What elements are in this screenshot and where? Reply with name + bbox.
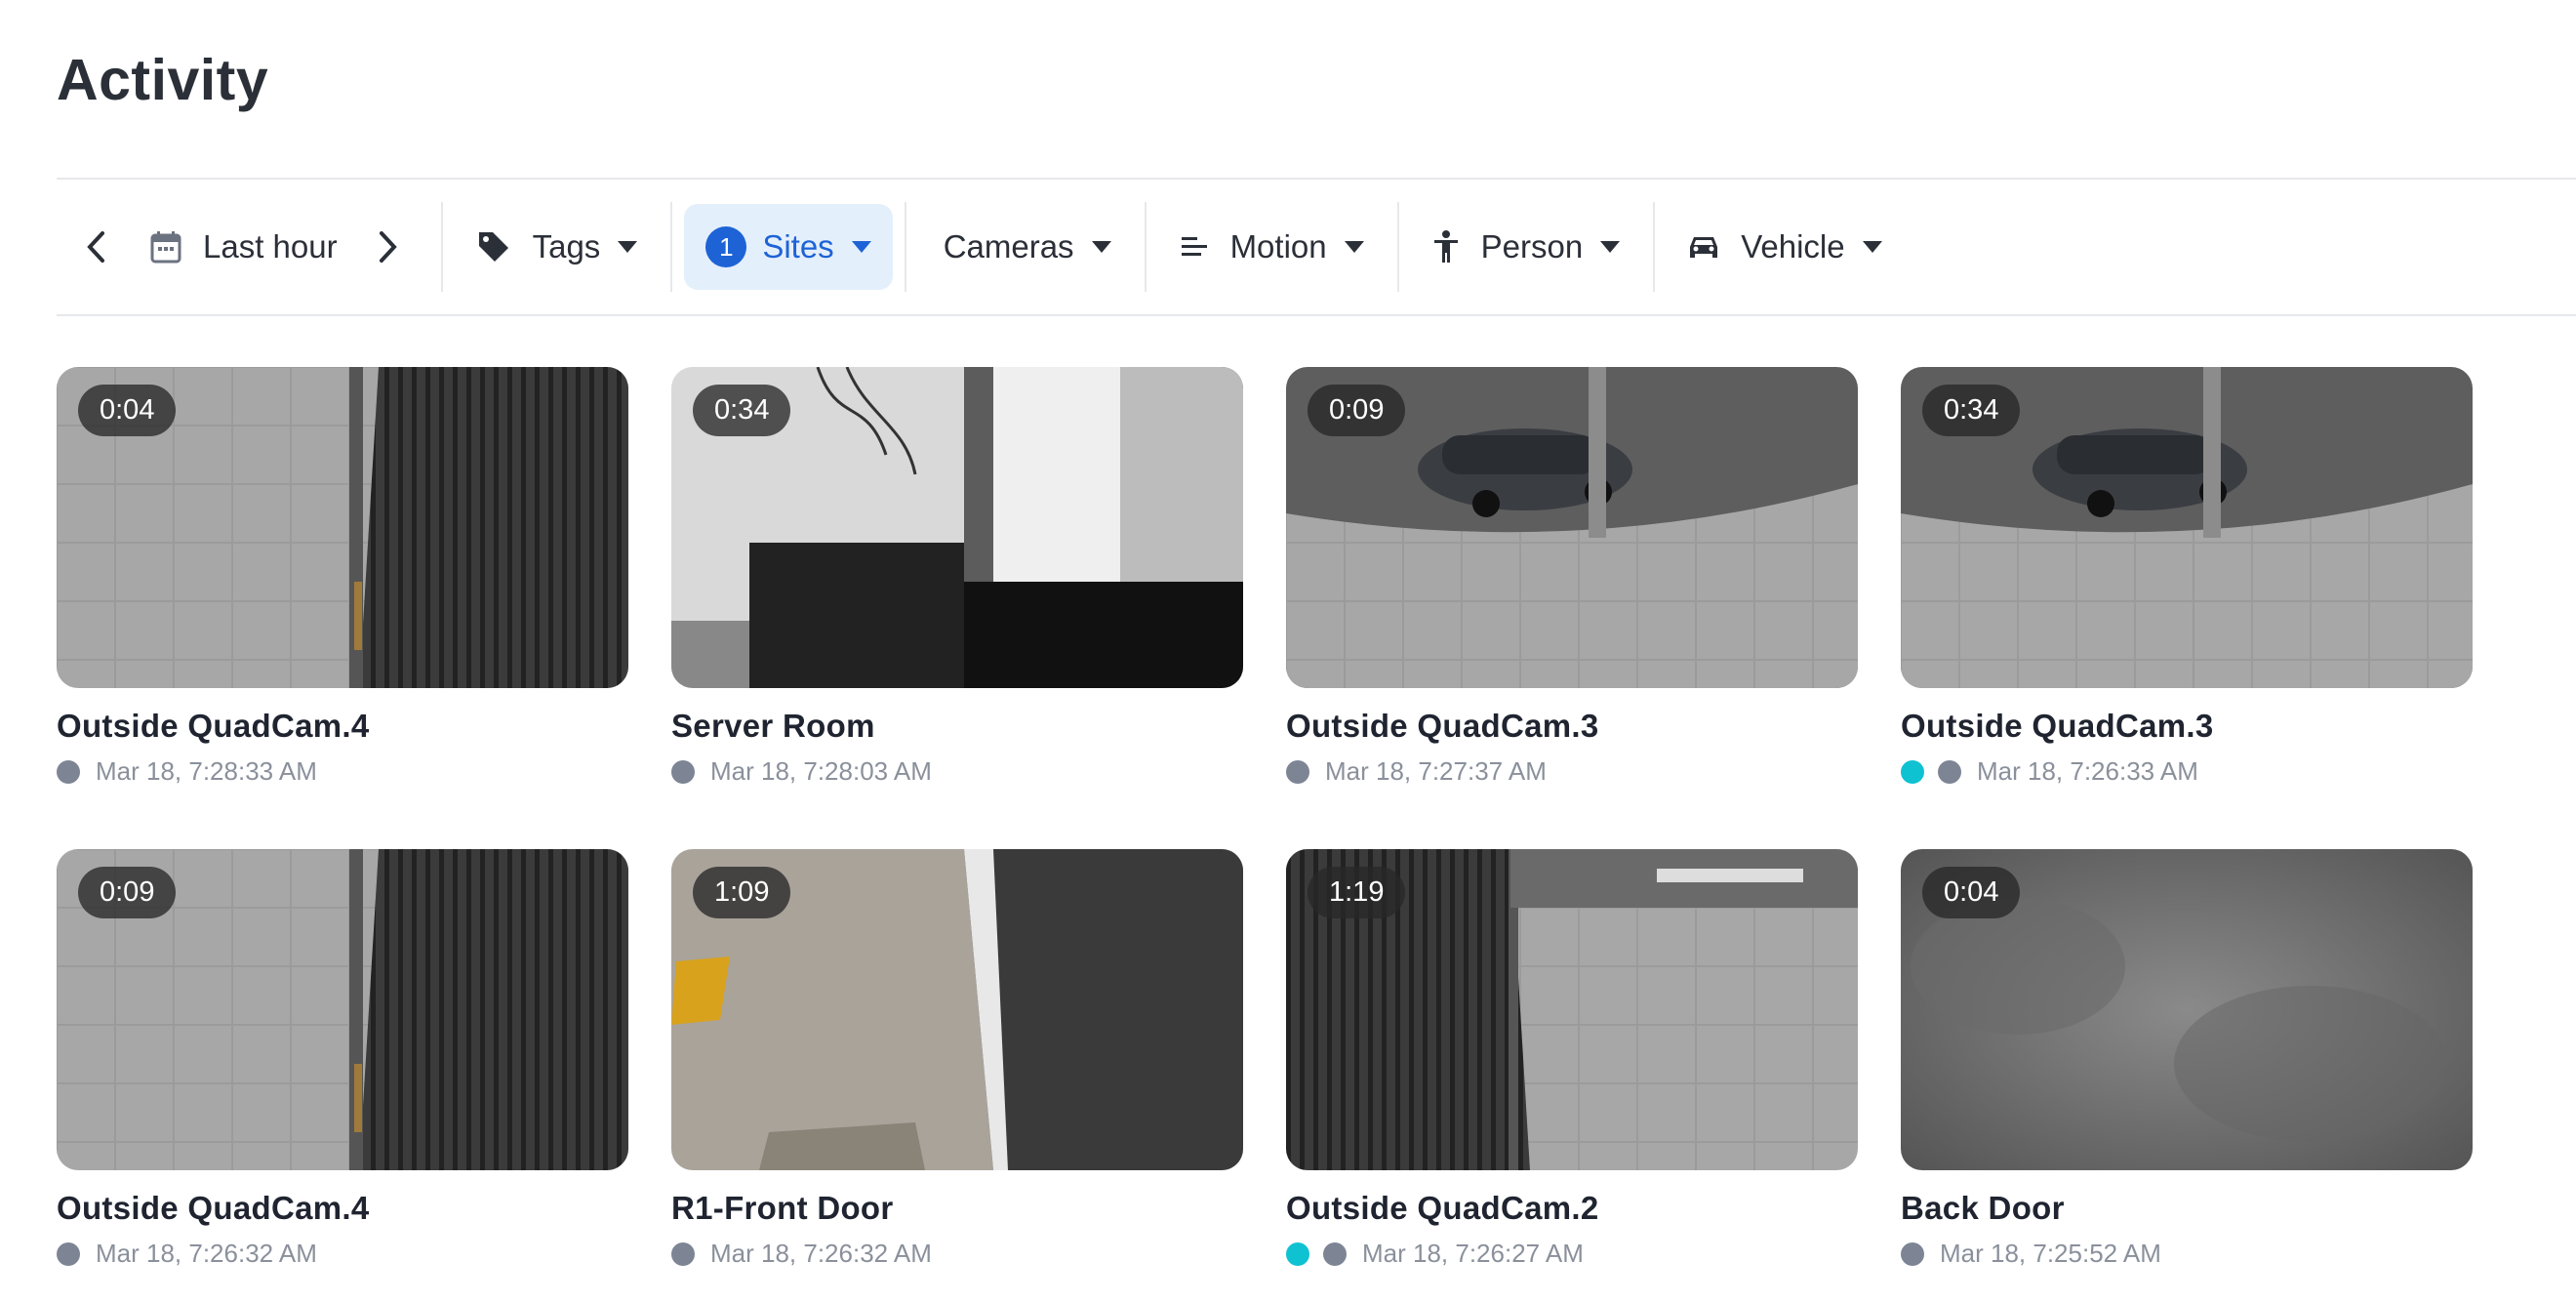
top-divider: [57, 178, 2576, 180]
clip-meta: Mar 18, 7:27:37 AM: [1286, 756, 1858, 787]
status-dot: [1323, 1241, 1347, 1266]
clip-timestamp: Mar 18, 7:28:03 AM: [710, 756, 932, 786]
camera-name: R1-Front Door: [671, 1190, 894, 1226]
clip-meta: Mar 18, 7:26:32 AM: [57, 1239, 628, 1269]
clip-meta: Mar 18, 7:28:33 AM: [57, 756, 628, 787]
caret-down-icon: [1862, 241, 1882, 253]
calendar-icon: [150, 231, 181, 264]
sites-filter-button[interactable]: 1 Sites: [684, 204, 893, 290]
status-dot: [671, 1241, 695, 1266]
person-detected-dot: [1901, 759, 1924, 784]
camera-name: Server Room: [671, 708, 875, 744]
camera-name: Outside QuadCam.2: [1286, 1190, 1599, 1226]
clip-thumbnail[interactable]: 0:04: [57, 367, 628, 688]
toolbar-separator: [670, 202, 673, 292]
clip-card[interactable]: 0:09 Outside QuadCam.4 Mar 18, 7:26:32 A…: [57, 849, 628, 1269]
cameras-filter-label: Cameras: [943, 228, 1074, 264]
clip-thumbnail[interactable]: 0:09: [1286, 367, 1858, 688]
motion-lines-icon: [1181, 237, 1207, 256]
duration-badge: 0:34: [693, 385, 791, 436]
cameras-filter-button[interactable]: Cameras: [906, 204, 1145, 290]
clip-card[interactable]: 1:09 R1-Front Door Mar 18, 7:26:32 AM: [671, 849, 1243, 1269]
camera-name: Outside QuadCam.4: [57, 708, 370, 744]
page-title: Activity: [57, 48, 269, 112]
caret-down-icon: [851, 241, 871, 253]
clip-timestamp: Mar 18, 7:26:32 AM: [710, 1239, 932, 1268]
clip-meta: Mar 18, 7:26:32 AM: [671, 1239, 1243, 1269]
tags-filter-button[interactable]: Tags: [443, 204, 671, 290]
car-icon: [1690, 237, 1718, 258]
vehicle-filter-label: Vehicle: [1741, 228, 1845, 264]
clip-timestamp: Mar 18, 7:26:33 AM: [1977, 756, 2198, 786]
caret-down-icon: [1091, 241, 1111, 253]
tag-icon: [478, 232, 508, 262]
prev-range-button[interactable]: [82, 218, 111, 276]
sites-count-badge: 1: [705, 226, 747, 267]
camera-name: Outside QuadCam.3: [1286, 708, 1599, 744]
filter-toolbar: Last hour Tags 1 Sites Cameras Motion Pe…: [57, 202, 2576, 292]
clip-timestamp: Mar 18, 7:25:52 AM: [1940, 1239, 2161, 1268]
clip-meta: Mar 18, 7:25:52 AM: [1901, 1239, 2473, 1269]
clip-thumbnail[interactable]: 0:09: [57, 849, 628, 1170]
clip-thumbnail[interactable]: 0:34: [1901, 367, 2473, 688]
motion-filter-label: Motion: [1229, 228, 1327, 264]
clip-card[interactable]: 0:04 Back Door Mar 18, 7:25:52 AM: [1901, 849, 2473, 1269]
clip-timestamp: Mar 18, 7:28:33 AM: [96, 756, 317, 786]
sites-filter-label: Sites: [762, 228, 834, 264]
caret-down-icon: [618, 241, 638, 253]
clip-timestamp: Mar 18, 7:26:32 AM: [96, 1239, 317, 1268]
chevron-left-icon: [87, 231, 104, 263]
clip-timestamp: Mar 18, 7:27:37 AM: [1325, 756, 1547, 786]
status-dot: [57, 1241, 80, 1266]
clip-card[interactable]: 0:04 Outside QuadCam.4 Mar 18, 7:28:33 A…: [57, 367, 628, 787]
caret-down-icon: [1600, 241, 1621, 253]
clip-thumbnail[interactable]: 1:19: [1286, 849, 1858, 1170]
clip-meta: Mar 18, 7:26:27 AM: [1286, 1239, 1858, 1269]
clip-timestamp: Mar 18, 7:26:27 AM: [1362, 1239, 1584, 1268]
status-dot: [1938, 759, 1961, 784]
clip-card[interactable]: 0:34 Server Room Mar 18, 7:28:03 AM: [671, 367, 1243, 787]
status-dot: [57, 759, 80, 784]
clip-card[interactable]: 1:19 Outside QuadCam.2 Mar 18, 7:26:27 A…: [1286, 849, 1858, 1269]
toolbar-divider: [57, 314, 2576, 316]
duration-badge: 0:34: [1922, 385, 2021, 436]
duration-badge: 0:04: [78, 385, 177, 436]
person-filter-label: Person: [1480, 228, 1584, 264]
person-icon: [1433, 230, 1458, 263]
status-dot: [1286, 759, 1309, 784]
person-filter-button[interactable]: Person: [1399, 204, 1654, 290]
status-dot: [1901, 1241, 1924, 1266]
tags-filter-label: Tags: [532, 228, 601, 264]
clip-thumbnail[interactable]: 0:04: [1901, 849, 2473, 1170]
camera-name: Outside QuadCam.3: [1901, 708, 2214, 744]
person-detected-dot: [1286, 1241, 1309, 1266]
duration-badge: 0:09: [78, 867, 177, 918]
next-range-button[interactable]: [373, 218, 402, 276]
camera-name: Back Door: [1901, 1190, 2065, 1226]
duration-badge: 0:04: [1922, 867, 2021, 918]
duration-badge: 0:09: [1308, 385, 1406, 436]
clip-card[interactable]: 0:09 Outside QuadCam.3 Mar 18, 7:27:37 A…: [1286, 367, 1858, 787]
camera-name: Outside QuadCam.4: [57, 1190, 370, 1226]
vehicle-filter-button[interactable]: Vehicle: [1655, 204, 1914, 290]
clip-meta: Mar 18, 7:26:33 AM: [1901, 756, 2473, 787]
clip-thumbnail[interactable]: 1:09: [671, 849, 1243, 1170]
clip-thumbnail[interactable]: 0:34: [671, 367, 1243, 688]
date-range-label: Last hour: [203, 228, 338, 264]
date-range-picker[interactable]: Last hour: [150, 228, 373, 265]
clip-card[interactable]: 0:34 Outside QuadCam.3 Mar 18, 7:26:33 A…: [1901, 367, 2473, 787]
clip-meta: Mar 18, 7:28:03 AM: [671, 756, 1243, 787]
date-range-group: Last hour: [57, 204, 441, 290]
duration-badge: 1:09: [693, 867, 791, 918]
caret-down-icon: [1344, 241, 1364, 253]
status-dot: [671, 759, 695, 784]
motion-filter-button[interactable]: Motion: [1147, 204, 1397, 290]
chevron-right-icon: [379, 231, 397, 263]
duration-badge: 1:19: [1308, 867, 1406, 918]
